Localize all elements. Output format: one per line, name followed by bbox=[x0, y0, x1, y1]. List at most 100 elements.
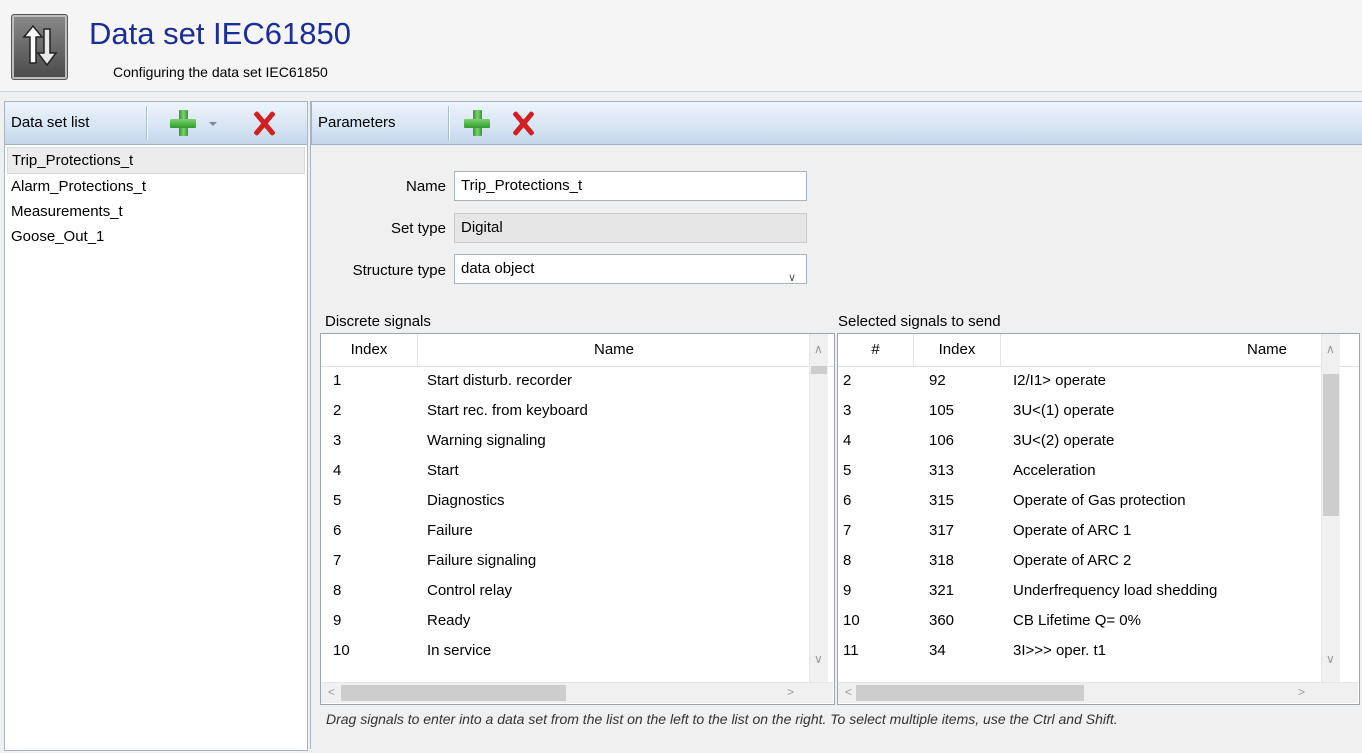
cell-index: 34 bbox=[929, 642, 946, 659]
structure-type-value: data object bbox=[461, 260, 535, 277]
up-down-arrows-icon bbox=[11, 14, 68, 80]
horizontal-scrollbar[interactable]: < > bbox=[838, 682, 1358, 703]
table-row[interactable]: 4 106 3U<(2) operate bbox=[838, 426, 1321, 456]
cell-name: 3U<(2) operate bbox=[1013, 432, 1115, 449]
dataset-item[interactable]: Trip_Protections_t bbox=[7, 147, 305, 174]
cell-index: 317 bbox=[929, 522, 955, 539]
dataset-item[interactable]: Alarm_Protections_t bbox=[5, 174, 307, 199]
cell-number: 11 bbox=[843, 642, 859, 659]
table-row[interactable]: 8 318 Operate of ARC 2 bbox=[838, 546, 1321, 576]
cell-name: 3U<(1) operate bbox=[1013, 402, 1115, 419]
dropdown-arrow-icon[interactable] bbox=[209, 122, 217, 126]
cell-name: Diagnostics bbox=[427, 492, 505, 509]
scroll-up-icon[interactable]: ∧ bbox=[814, 342, 823, 356]
add-signal-button[interactable] bbox=[462, 108, 492, 138]
scroll-left-icon[interactable]: < bbox=[845, 685, 852, 699]
cell-index: 6 bbox=[333, 522, 342, 539]
scroll-down-icon[interactable]: ∨ bbox=[814, 652, 823, 666]
scrollbar-thumb[interactable] bbox=[811, 366, 827, 374]
table-row[interactable]: 7 317 Operate of ARC 1 bbox=[838, 516, 1321, 546]
set-type-label: Set type bbox=[390, 220, 446, 237]
scroll-right-icon[interactable]: > bbox=[787, 685, 794, 699]
delete-signal-button[interactable] bbox=[508, 108, 538, 138]
cell-name: 3I>>> oper. t1 bbox=[1013, 642, 1106, 659]
cell-index: 106 bbox=[929, 432, 955, 449]
cell-name: In service bbox=[427, 642, 492, 659]
cell-number: 8 bbox=[843, 552, 852, 569]
selected-signals-grid[interactable]: # Index Name 2 92 I2/I1> operate 3 105 3U<(1)… bbox=[837, 333, 1360, 705]
scroll-up-icon[interactable]: ∧ bbox=[1326, 342, 1335, 356]
discrete-signals-label: Discrete signals bbox=[325, 313, 431, 330]
delete-dataset-button[interactable] bbox=[249, 108, 279, 138]
cell-number: 9 bbox=[843, 582, 852, 599]
table-row[interactable]: 9 321 Underfrequency load shedding bbox=[838, 576, 1321, 606]
vertical-scrollbar[interactable]: ∧ ∨ bbox=[809, 334, 828, 682]
cell-number: 7 bbox=[843, 522, 852, 539]
cell-number: 2 bbox=[843, 372, 852, 389]
cell-index: 315 bbox=[929, 492, 955, 509]
table-row[interactable]: 6 315 Operate of Gas protection bbox=[838, 486, 1321, 516]
parameters-toolbar: Parameters bbox=[311, 101, 1362, 145]
name-label: Name bbox=[405, 178, 446, 195]
cell-name: CB Lifetime Q= 0% bbox=[1013, 612, 1141, 629]
column-header-index[interactable]: Index bbox=[914, 334, 1001, 366]
toolbar-separator bbox=[146, 106, 147, 140]
column-header-name[interactable]: Name bbox=[418, 334, 810, 366]
column-header-index[interactable]: Index bbox=[321, 334, 418, 366]
delete-icon bbox=[508, 108, 538, 138]
column-header-name[interactable]: Name bbox=[1001, 334, 1291, 366]
table-row[interactable]: 6 Failure bbox=[321, 516, 809, 546]
page-subtitle: Configuring the data set IEC61850 bbox=[113, 64, 328, 80]
table-row[interactable]: 8 Control relay bbox=[321, 576, 809, 606]
page-header: Data set IEC61850 Configuring the data s… bbox=[0, 0, 1362, 92]
scroll-left-icon[interactable]: < bbox=[328, 685, 335, 699]
table-row[interactable]: 9 Ready bbox=[321, 606, 809, 636]
column-header-number[interactable]: # bbox=[838, 334, 914, 366]
dataset-item[interactable]: Measurements_t bbox=[5, 199, 307, 224]
dataset-item[interactable]: Goose_Out_1 bbox=[5, 224, 307, 249]
cell-name: Start rec. from keyboard bbox=[427, 402, 588, 419]
scrollbar-thumb[interactable] bbox=[1323, 374, 1339, 516]
delete-icon bbox=[249, 108, 279, 138]
cell-number: 10 bbox=[843, 612, 860, 629]
scrollbar-thumb[interactable] bbox=[341, 685, 566, 701]
table-row[interactable]: 11 34 3I>>> oper. t1 bbox=[838, 636, 1321, 666]
plus-icon bbox=[168, 108, 198, 138]
table-row[interactable]: 7 Failure signaling bbox=[321, 546, 809, 576]
horizontal-scrollbar[interactable]: < > bbox=[321, 682, 833, 703]
cell-index: 7 bbox=[333, 552, 342, 569]
table-row[interactable]: 10 In service bbox=[321, 636, 809, 666]
vertical-scrollbar[interactable]: ∧ ∨ bbox=[1321, 334, 1340, 682]
parameters-label: Parameters bbox=[318, 114, 396, 131]
cell-name: I2/I1> operate bbox=[1013, 372, 1106, 389]
cell-index: 10 bbox=[333, 642, 350, 659]
table-row[interactable]: 5 Diagnostics bbox=[321, 486, 809, 516]
add-dataset-button[interactable] bbox=[168, 108, 198, 138]
discrete-signals-grid[interactable]: Index Name 1 Start disturb. recorder 2 Star… bbox=[320, 333, 835, 705]
scroll-right-icon[interactable]: > bbox=[1298, 685, 1305, 699]
table-row[interactable]: 3 Warning signaling bbox=[321, 426, 809, 456]
cell-name: Warning signaling bbox=[427, 432, 546, 449]
cell-index: 1 bbox=[333, 372, 342, 389]
cell-index: 8 bbox=[333, 582, 342, 599]
chevron-down-icon: ∨ bbox=[787, 272, 796, 284]
table-row[interactable]: 2 92 I2/I1> operate bbox=[838, 366, 1321, 396]
table-row[interactable]: 1 Start disturb. recorder bbox=[321, 366, 809, 396]
structure-type-select[interactable]: data object ∨ bbox=[454, 254, 807, 284]
scrollbar-thumb[interactable] bbox=[856, 685, 1084, 701]
grid-header: # Index Name bbox=[838, 334, 1359, 367]
toolbar-separator bbox=[448, 106, 449, 140]
table-row[interactable]: 2 Start rec. from keyboard bbox=[321, 396, 809, 426]
cell-number: 4 bbox=[843, 432, 852, 449]
dataset-list: Trip_Protections_t Alarm_Protections_t M… bbox=[5, 147, 307, 249]
grid-header: Index Name bbox=[321, 334, 834, 367]
cell-index: 5 bbox=[333, 492, 342, 509]
scroll-down-icon[interactable]: ∨ bbox=[1326, 652, 1335, 666]
table-row[interactable]: 4 Start bbox=[321, 456, 809, 486]
cell-index: 318 bbox=[929, 552, 955, 569]
table-row[interactable]: 10 360 CB Lifetime Q= 0% bbox=[838, 606, 1321, 636]
structure-type-label: Structure type bbox=[352, 262, 446, 279]
table-row[interactable]: 3 105 3U<(1) operate bbox=[838, 396, 1321, 426]
table-row[interactable]: 5 313 Acceleration bbox=[838, 456, 1321, 486]
name-field[interactable]: Trip_Protections_t bbox=[454, 171, 807, 201]
